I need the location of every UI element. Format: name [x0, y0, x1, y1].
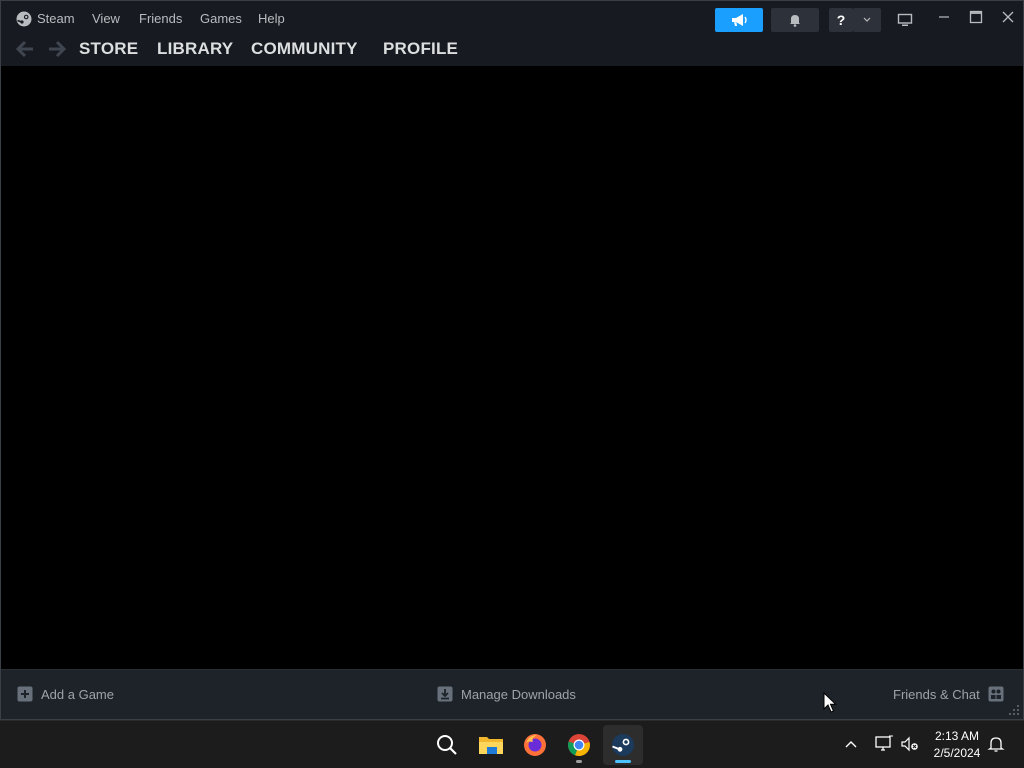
show-hidden-icons-chevron-icon[interactable]: [842, 735, 860, 753]
taskbar-chrome[interactable]: [559, 725, 599, 765]
steam-logo-icon[interactable]: [16, 11, 32, 27]
taskbar-firefox[interactable]: [515, 725, 555, 765]
minimize-icon: [939, 16, 949, 18]
add-game-label: Add a Game: [41, 686, 114, 702]
navigation-bar: STORE LIBRARY COMMUNITY PROFILE: [1, 35, 1023, 66]
firefox-icon: [524, 734, 546, 756]
megaphone-icon: [732, 14, 747, 26]
taskbar-steam[interactable]: [603, 725, 643, 765]
maximize-button[interactable]: [961, 6, 991, 28]
add-game-button[interactable]: Add a Game: [17, 686, 114, 702]
minimize-button[interactable]: [929, 6, 959, 28]
chrome-icon: [568, 734, 590, 757]
steam-window: Steam View Friends Games Help ? STORE LI…: [0, 0, 1024, 720]
taskbar-file-explorer[interactable]: [471, 725, 511, 765]
chevron-down-icon: [863, 17, 871, 22]
notification-bell-icon[interactable]: [987, 735, 1005, 753]
menu-steam[interactable]: Steam: [37, 12, 75, 26]
tab-library[interactable]: LIBRARY: [157, 39, 233, 59]
menu-games[interactable]: Games: [200, 12, 242, 26]
clock-time[interactable]: 2:13 AM: [920, 729, 994, 743]
help-label: ?: [836, 12, 846, 28]
back-arrow-icon[interactable]: [15, 40, 35, 58]
running-indicator: [576, 760, 582, 763]
download-icon: [437, 686, 453, 702]
close-icon: [1002, 11, 1014, 23]
help-button[interactable]: ?: [829, 8, 853, 32]
notifications-button[interactable]: [771, 8, 819, 32]
help-dropdown-button[interactable]: [853, 8, 881, 32]
file-explorer-icon: [479, 737, 503, 754]
tab-store[interactable]: STORE: [79, 39, 138, 59]
announcements-button[interactable]: [715, 8, 763, 32]
resize-grip-icon[interactable]: [1008, 704, 1020, 716]
title-bar: Steam View Friends Games Help ?: [1, 1, 1023, 35]
friends-chat-label: Friends & Chat: [893, 686, 980, 702]
friends-chat-button[interactable]: Friends & Chat: [893, 686, 1004, 702]
bottom-bar: Add a Game Manage Downloads Friends & Ch…: [1, 669, 1023, 719]
close-button[interactable]: [993, 6, 1023, 28]
content-area: [1, 66, 1023, 669]
active-indicator: [615, 760, 631, 763]
big-picture-button[interactable]: [893, 8, 917, 32]
steam-icon: [612, 734, 634, 756]
plus-icon: [17, 686, 33, 702]
monitor-icon: [897, 13, 913, 26]
tab-community[interactable]: COMMUNITY: [251, 39, 358, 59]
tab-profile[interactable]: PROFILE: [383, 39, 458, 59]
network-icon[interactable]: [874, 735, 894, 753]
clock-date[interactable]: 2/5/2024: [920, 746, 994, 760]
taskbar-search-button[interactable]: [427, 725, 467, 765]
mouse-cursor-icon: [823, 692, 837, 713]
maximize-icon: [969, 10, 983, 24]
manage-downloads-label: Manage Downloads: [461, 686, 576, 702]
menu-view[interactable]: View: [92, 12, 120, 26]
menu-friends[interactable]: Friends: [139, 12, 182, 26]
menu-help[interactable]: Help: [258, 12, 285, 26]
search-icon: [437, 735, 457, 755]
friends-icon: [988, 686, 1004, 702]
forward-arrow-icon[interactable]: [47, 40, 67, 58]
manage-downloads-button[interactable]: Manage Downloads: [437, 686, 576, 702]
volume-muted-icon[interactable]: [900, 735, 920, 753]
taskbar: 2:13 AM 2/5/2024: [0, 720, 1024, 768]
bell-icon: [790, 15, 800, 27]
